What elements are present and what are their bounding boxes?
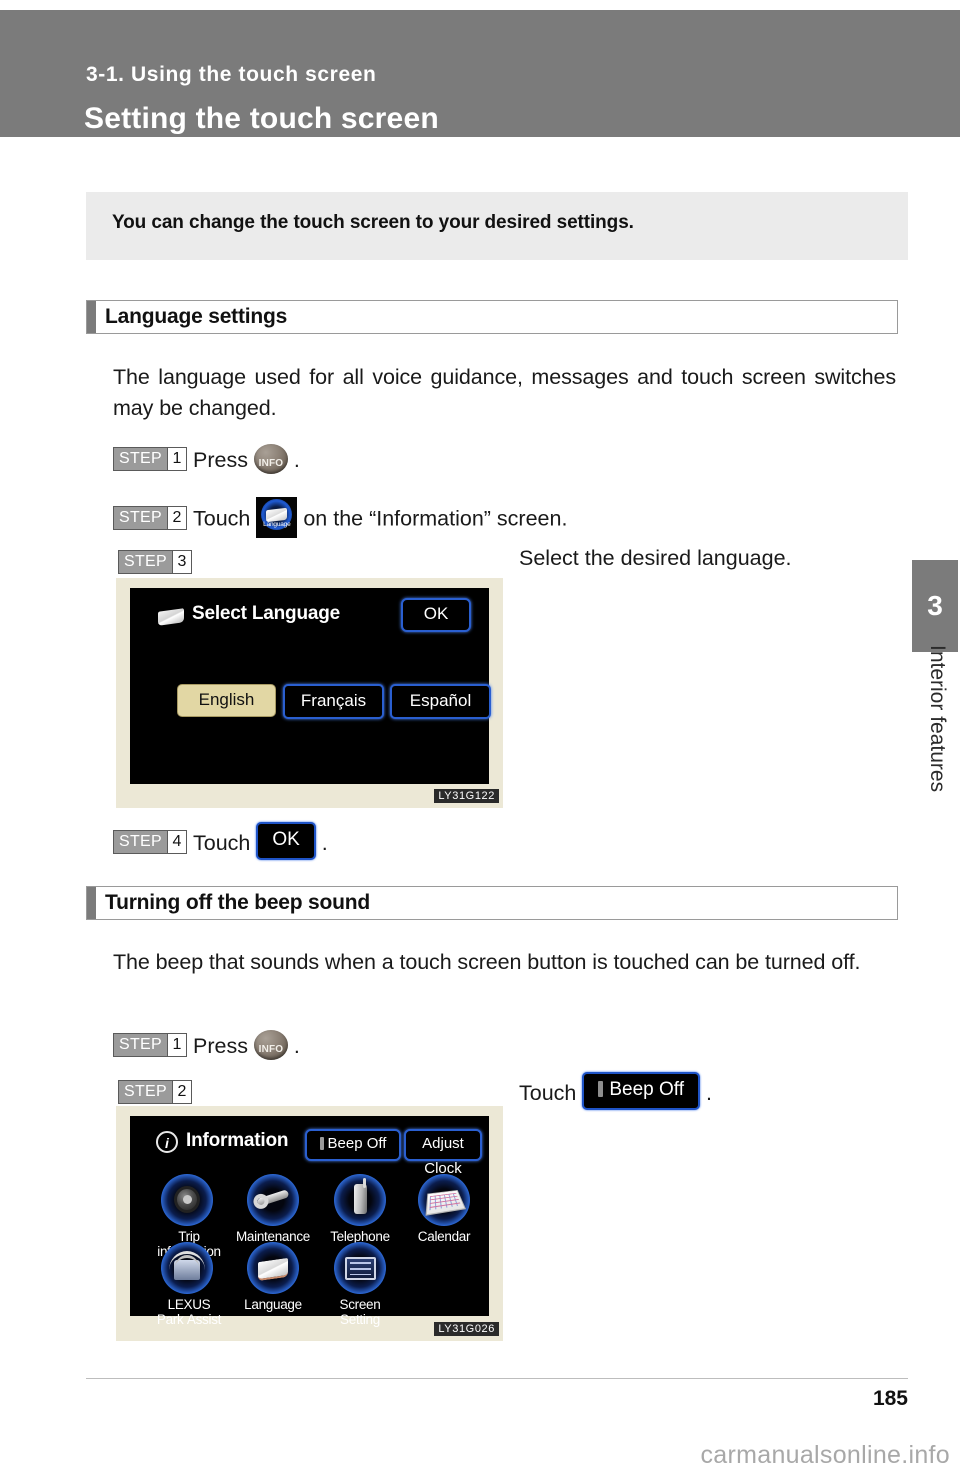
step-period: . (706, 1081, 712, 1105)
beep-indicator-icon (319, 1137, 324, 1150)
page-title: Setting the touch screen (84, 102, 439, 135)
book-icon (158, 608, 184, 626)
information-screen: i Information Beep Off Adjust Clock Trip… (130, 1116, 489, 1327)
beep-sound-paragraph: The beep that sounds when a touch screen… (113, 950, 861, 974)
section-heading-text: Turning off the beep sound (105, 891, 371, 914)
step-badge-word: STEP (119, 551, 172, 574)
step-badge-3: STEP 3 (118, 550, 192, 575)
chapter-label: 3-1. Using the touch screen (86, 63, 377, 86)
chapter-tab-number: 3 (927, 590, 943, 621)
select-language-screen: Select Language OK English Français Espa… (130, 588, 491, 784)
watermark: carmanualsonline.info (700, 1441, 950, 1469)
step-line-beep-1: STEP 1 Press INFO . (113, 1030, 300, 1061)
step-line-beep-2: STEP 2 (118, 1079, 192, 1105)
section-heading-beep-sound: Turning off the beep sound (86, 886, 898, 920)
step-badge-number: 1 (167, 1034, 186, 1056)
step-badge-1: STEP 1 (113, 447, 187, 471)
info-hard-button-icon: INFO (253, 444, 288, 474)
step-period: . (321, 831, 328, 855)
step-verb: Touch (192, 831, 251, 855)
step-trailing-text: on the “Information” screen. (303, 506, 568, 531)
info-button-label: INFO (258, 458, 284, 469)
section-accent-bar (87, 301, 96, 333)
grid-label-calendar: Calendar (417, 1229, 471, 1244)
language-option-francais[interactable]: Français (283, 684, 384, 719)
step-badge-2: STEP 2 (118, 1080, 192, 1105)
phone-glyph (354, 1178, 367, 1214)
ok-touch-button[interactable]: OK (256, 822, 316, 860)
info-hard-button-icon: INFO (253, 1030, 288, 1060)
language-option-espanol[interactable]: Español (390, 684, 491, 719)
figure-code-select-language: LY31G122 (434, 789, 499, 803)
page-number: 185 (872, 1387, 908, 1410)
adjust-clock-button[interactable]: Adjust Clock (404, 1129, 482, 1177)
step-badge-word: STEP (114, 831, 167, 853)
step-verb: Touch (519, 1081, 577, 1105)
book-icon[interactable] (247, 1242, 299, 1294)
step-verb: Press (192, 1034, 248, 1058)
beep-off-label: Beep Off (327, 1135, 387, 1152)
section-heading-text: Language settings (105, 305, 288, 328)
park-assist-icon[interactable] (161, 1242, 213, 1294)
step-verb: Touch (192, 506, 251, 531)
step-badge-4: STEP 4 (113, 830, 187, 854)
info-button-label: INFO (258, 1044, 284, 1055)
select-language-title: Select Language (192, 603, 340, 624)
beep-off-button[interactable]: Beep Off (305, 1129, 401, 1161)
figure-select-language: Select Language OK English Français Espa… (116, 578, 503, 808)
footer-divider (86, 1378, 908, 1379)
wrench-icon[interactable] (247, 1174, 299, 1226)
beep-off-label: Beep Off (609, 1079, 685, 1100)
figure-information-screen: i Information Beep Off Adjust Clock Trip… (116, 1106, 503, 1341)
book-glyph (258, 1257, 288, 1282)
figure-code-information: LY31G026 (434, 1322, 499, 1336)
beep-indicator-icon (598, 1081, 604, 1097)
step-period: . (293, 448, 300, 472)
wrench-glyph (256, 1189, 290, 1207)
beep-off-touch-button[interactable]: Beep Off (582, 1072, 701, 1110)
chapter-tab: 3 (912, 560, 958, 652)
step-badge-1: STEP 1 (113, 1033, 187, 1057)
step-badge-2: STEP 2 (113, 505, 187, 530)
information-title: Information (186, 1130, 289, 1151)
step-badge-number: 2 (172, 1081, 191, 1104)
language-touch-icon: Language (256, 497, 298, 538)
step-3-instruction: Select the desired language. (519, 546, 792, 570)
language-icon-caption: Language (263, 521, 291, 528)
beep-off-instruction: Touch Beep Off . (519, 1072, 712, 1112)
step-line-lang-2: STEP 2 Touch Language on the “Information… (113, 497, 568, 539)
screen-setting-icon[interactable] (334, 1242, 386, 1294)
phone-icon[interactable] (334, 1174, 386, 1226)
screen-glyph (345, 1257, 376, 1280)
step-period: . (293, 1034, 300, 1058)
section-accent-bar (87, 887, 96, 919)
select-language-ok-button[interactable]: OK (401, 598, 471, 632)
grid-label-screen-setting: Screen Setting (339, 1297, 381, 1327)
step-badge-word: STEP (119, 1081, 172, 1104)
step-badge-word: STEP (114, 506, 167, 529)
tire-icon[interactable] (161, 1174, 213, 1226)
calendar-glyph (425, 1189, 467, 1216)
section-heading-language-settings: Language settings (86, 300, 898, 334)
step-badge-word: STEP (114, 448, 167, 470)
language-option-english[interactable]: English (177, 684, 276, 717)
calendar-icon[interactable] (418, 1174, 470, 1226)
page-header-bar: 3-1. Using the touch screen Setting the … (0, 10, 960, 137)
step-badge-number: 2 (167, 506, 186, 529)
step-line-lang-1: STEP 1 Press INFO . (113, 444, 300, 475)
intro-callout-box: You can change the touch screen to your … (86, 192, 908, 260)
step-badge-number: 1 (167, 448, 186, 470)
step-verb: Press (192, 448, 248, 472)
chapter-tab-label: Interior features (926, 645, 949, 793)
info-circle-icon: i (156, 1131, 178, 1153)
intro-text: You can change the touch screen to your … (112, 212, 634, 233)
step-line-lang-4: STEP 4 Touch OK . (113, 822, 328, 862)
step-badge-number: 4 (167, 831, 186, 853)
step-badge-number: 3 (172, 551, 191, 574)
tire-glyph (174, 1186, 200, 1213)
language-settings-paragraph: The language used for all voice guidance… (113, 365, 896, 420)
step-badge-word: STEP (114, 1034, 167, 1056)
step-line-lang-3: STEP 3 (118, 549, 192, 575)
